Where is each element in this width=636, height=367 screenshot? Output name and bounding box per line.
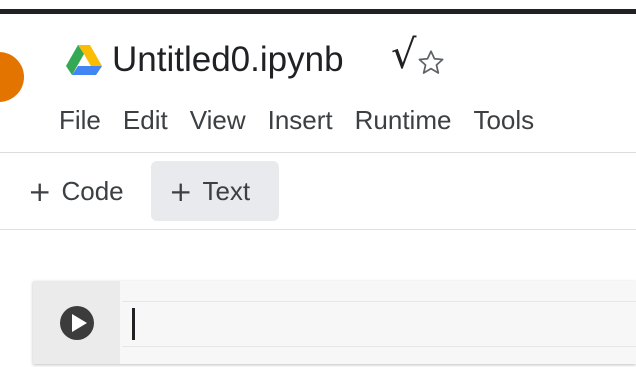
menu-view[interactable]: View [190, 105, 246, 136]
menu-tools[interactable]: Tools [473, 105, 534, 136]
toolbar-divider [0, 229, 636, 230]
menu-runtime[interactable]: Runtime [355, 105, 452, 136]
window-top-bar [0, 0, 636, 14]
plus-icon: + [169, 174, 193, 208]
add-text-button[interactable]: + Text [151, 161, 279, 221]
menu-insert[interactable]: Insert [268, 105, 333, 136]
add-text-label: Text [202, 175, 251, 206]
menu-divider [0, 152, 636, 153]
play-circle-icon[interactable] [55, 301, 99, 345]
code-cell[interactable] [33, 281, 636, 364]
menu-bar: File Edit View Insert Runtime Tools [59, 101, 534, 139]
top-border [0, 9, 636, 14]
plus-icon: + [28, 174, 52, 208]
cell-gutter [33, 281, 120, 364]
add-code-label: Code [61, 175, 124, 206]
google-drive-icon [66, 45, 102, 75]
notebook-title[interactable]: Untitled0.ipynb [112, 38, 344, 82]
code-editor-input[interactable] [122, 301, 636, 347]
star-outline-icon[interactable] [415, 47, 447, 79]
menu-edit[interactable]: Edit [123, 105, 168, 136]
text-cursor [132, 308, 135, 340]
menu-file[interactable]: File [59, 105, 101, 136]
user-avatar[interactable] [0, 52, 24, 102]
add-code-button[interactable]: + Code [22, 161, 140, 221]
handwritten-check-mark: √ [391, 32, 417, 78]
